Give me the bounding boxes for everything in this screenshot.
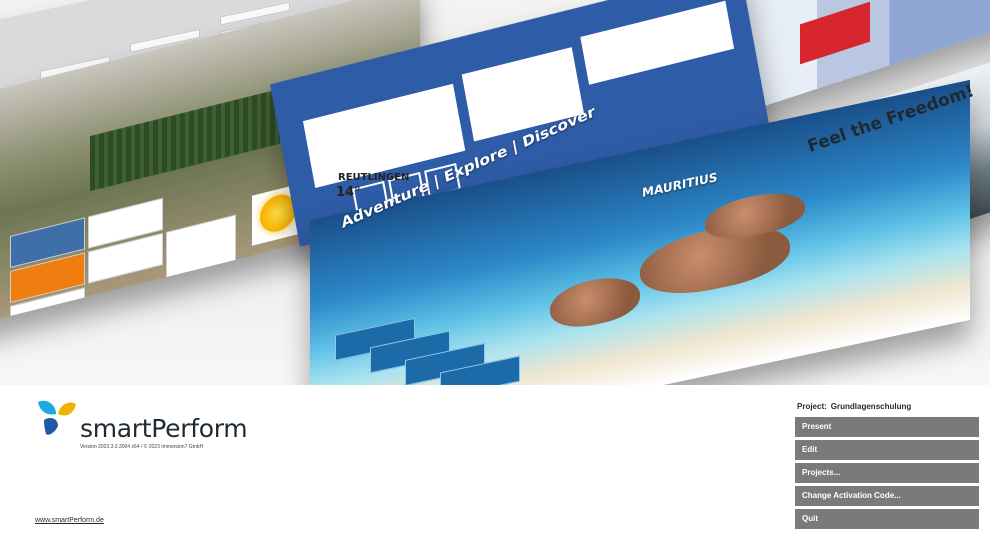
projects-button[interactable]: Projects... <box>795 463 979 483</box>
city-temp: 14° <box>336 185 361 200</box>
quit-button[interactable]: Quit <box>795 509 979 529</box>
present-button[interactable]: Present <box>795 417 979 437</box>
city-name: REUTLINGEN <box>338 172 410 183</box>
project-info: Project: Grundlagenschulung <box>797 402 911 411</box>
version-info: Version 2023.3.0.3004 x64 / © 2023 Immer… <box>80 444 204 450</box>
hero-collage: Adventure | Explore | Discover MAURITIUS… <box>0 0 990 385</box>
change-activation-code-button[interactable]: Change Activation Code... <box>795 486 979 506</box>
website-link[interactable]: www.smartPerform.de <box>35 517 104 524</box>
brand-name: smartPerform <box>80 414 248 443</box>
smartperform-logo-icon <box>38 400 76 435</box>
edit-button[interactable]: Edit <box>795 440 979 460</box>
main-menu: Present Edit Projects... Change Activati… <box>795 417 979 532</box>
project-name: Grundlagenschulung <box>830 402 912 411</box>
project-label: Project: <box>797 402 827 411</box>
